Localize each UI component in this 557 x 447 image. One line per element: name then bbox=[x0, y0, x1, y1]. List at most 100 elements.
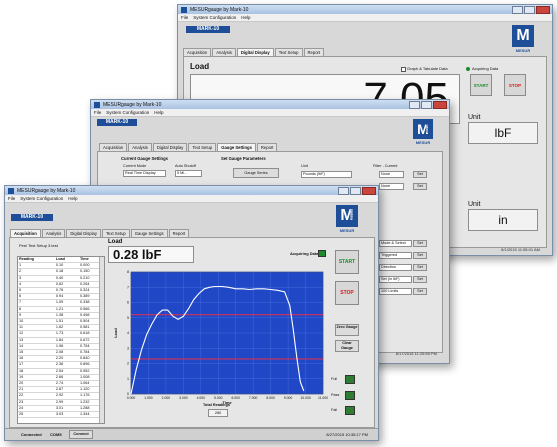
tab-gauge-settings[interactable]: Gauge Settings bbox=[130, 229, 168, 237]
set-button-7[interactable]: Set bbox=[413, 288, 427, 295]
filter-select-2[interactable]: None bbox=[379, 183, 404, 190]
minimize-button[interactable] bbox=[338, 187, 349, 195]
load-cell: 3.03 bbox=[54, 411, 79, 419]
x-tick-label: 5.000 bbox=[214, 396, 223, 400]
front-timestamp: 8/27/2015 10:35:17 PM bbox=[326, 432, 368, 437]
tab-digital-display[interactable]: Digital Display bbox=[152, 143, 188, 151]
filter-label: Filter - Current bbox=[373, 164, 398, 168]
status-port: COM5 bbox=[50, 432, 62, 437]
acquiring-led bbox=[466, 67, 470, 71]
back-window-title: MESURgauge by Mark-10 bbox=[190, 6, 249, 13]
tab-report[interactable]: Report bbox=[256, 143, 278, 151]
mesur-logo: M bbox=[413, 119, 433, 139]
maximize-button[interactable] bbox=[421, 101, 432, 109]
plot-area: 0.000 1.000 2.000 3.000 4.000 5.000 6.000 7.000… bbox=[113, 270, 328, 405]
front-window-title: MESURgauge by Mark-10 bbox=[17, 187, 76, 194]
filter-select-1[interactable]: None bbox=[379, 171, 404, 178]
back-menu-bar: File System Configuration Help bbox=[178, 14, 552, 22]
connect-button[interactable]: Connect bbox=[69, 430, 93, 439]
stop-button[interactable]: STOP bbox=[335, 281, 359, 305]
menu-help[interactable]: Help bbox=[68, 196, 77, 201]
option-select-1[interactable]: Mode & Select bbox=[379, 240, 412, 247]
total-readings-value: 280 bbox=[208, 409, 228, 417]
tab-gauge-settings[interactable]: Gauge Settings bbox=[217, 143, 256, 151]
tab-analysis[interactable]: Analysis bbox=[128, 143, 152, 151]
maximize-button[interactable] bbox=[524, 6, 535, 14]
y-axis-label: Load bbox=[113, 328, 118, 338]
graph-checkbox[interactable] bbox=[401, 67, 406, 72]
fail-indicator bbox=[345, 406, 355, 415]
menu-help[interactable]: Help bbox=[241, 15, 250, 20]
table-scrollbar[interactable] bbox=[99, 257, 104, 423]
menu-system-configuration[interactable]: System Configuration bbox=[193, 15, 236, 20]
set-button-3[interactable]: Set bbox=[413, 240, 427, 247]
menu-system-configuration[interactable]: System Configuration bbox=[20, 196, 63, 201]
unit-select[interactable]: Pounds (lbF) bbox=[301, 171, 352, 178]
load-readout: 0.28 lbF bbox=[108, 246, 194, 263]
menu-file[interactable]: File bbox=[94, 110, 101, 115]
menu-file[interactable]: File bbox=[8, 196, 15, 201]
option-select-3[interactable]: Direction bbox=[379, 264, 412, 271]
current-mode-label: Current Mode bbox=[123, 164, 147, 168]
table-row[interactable]: 25 3.03 1.344 bbox=[18, 411, 104, 419]
set-button-2[interactable]: Set bbox=[413, 183, 427, 190]
readings-table-container[interactable]: Reading Load Time 1 0.10 0.000 2 0.18 0.150 3 0… bbox=[17, 256, 105, 424]
start-button[interactable]: START bbox=[335, 250, 359, 274]
gauge-logo-text: gauge bbox=[424, 122, 430, 134]
minimize-button[interactable] bbox=[512, 6, 523, 14]
maximize-button[interactable] bbox=[350, 187, 361, 195]
menu-system-configuration[interactable]: System Configuration bbox=[106, 110, 149, 115]
auto-shutoff-field: 5 Mi... bbox=[175, 170, 202, 177]
readings-table: Reading Load Time 1 0.10 0.000 2 0.18 0.150 3 0… bbox=[18, 257, 104, 419]
load-label: Load bbox=[190, 62, 210, 71]
tab-text-setup[interactable]: Text Setup bbox=[274, 48, 303, 56]
load-readout-value: 0.28 lbF bbox=[113, 247, 162, 262]
menu-file[interactable]: File bbox=[181, 15, 188, 20]
current-settings-title: Current Gauge Settings bbox=[121, 156, 168, 161]
start-button[interactable]: START bbox=[470, 74, 492, 96]
tab-acquisition[interactable]: Acquisition bbox=[99, 143, 128, 151]
unit-label-2: Unit bbox=[468, 201, 481, 208]
window-controls[interactable] bbox=[338, 187, 376, 195]
mesur-logo-text: MESUR bbox=[515, 48, 531, 53]
option-select-4[interactable]: Set (in lbF) bbox=[379, 276, 412, 283]
zero-gauge-button[interactable]: Zero Gauge bbox=[335, 324, 359, 336]
brand-logo: MARK-10 bbox=[11, 214, 53, 221]
full-label: Full bbox=[331, 377, 338, 381]
menu-help[interactable]: Help bbox=[154, 110, 163, 115]
set-button-4[interactable]: Set bbox=[413, 252, 427, 259]
close-button[interactable] bbox=[536, 6, 550, 14]
set-button-6[interactable]: Set bbox=[413, 276, 427, 283]
acquiring-led bbox=[318, 250, 326, 257]
minimize-button[interactable] bbox=[409, 101, 420, 109]
close-button[interactable] bbox=[433, 101, 447, 109]
limit-select[interactable]: 100 Limits bbox=[379, 288, 412, 295]
set-button-1[interactable]: Set bbox=[413, 171, 427, 178]
option-select-2[interactable]: Triggered bbox=[379, 252, 412, 259]
mid-title-bar: MESURgauge by Mark-10 bbox=[91, 100, 449, 109]
tab-report[interactable]: Report bbox=[168, 229, 190, 237]
clear-gauge-button[interactable]: Clear Gauge bbox=[335, 340, 359, 352]
set-params-title: Set Gauge Parameters bbox=[221, 156, 266, 161]
tab-acquisition[interactable]: Acquisition bbox=[10, 229, 41, 237]
tab-text-setup[interactable]: Text Setup bbox=[101, 229, 130, 237]
window-controls[interactable] bbox=[409, 101, 447, 109]
acquiring-label: Acquiring Data bbox=[290, 251, 319, 256]
tab-text-setup[interactable]: Text Setup bbox=[188, 143, 217, 151]
close-button[interactable] bbox=[362, 187, 376, 195]
mesur-logo: M bbox=[512, 25, 534, 47]
x-tick-label: 9.000 bbox=[284, 396, 293, 400]
gauge-series-button[interactable]: Gauge Series bbox=[233, 168, 279, 178]
tab-analysis[interactable]: Analysis bbox=[212, 48, 236, 56]
total-readings-label: Total Readings bbox=[203, 403, 230, 407]
x-tick-label: 3.000 bbox=[179, 396, 188, 400]
tab-digital-display[interactable]: Digital Display bbox=[66, 229, 101, 237]
tab-analysis[interactable]: Analysis bbox=[41, 229, 66, 237]
tab-digital-display[interactable]: Digital Display bbox=[236, 48, 274, 56]
set-button-5[interactable]: Set bbox=[413, 264, 427, 271]
tab-report[interactable]: Report bbox=[303, 48, 325, 56]
load-label: Load bbox=[108, 239, 123, 245]
stop-button[interactable]: STOP bbox=[504, 74, 526, 96]
window-controls[interactable] bbox=[512, 6, 550, 14]
tab-acquisition[interactable]: Acquisition bbox=[183, 48, 212, 56]
